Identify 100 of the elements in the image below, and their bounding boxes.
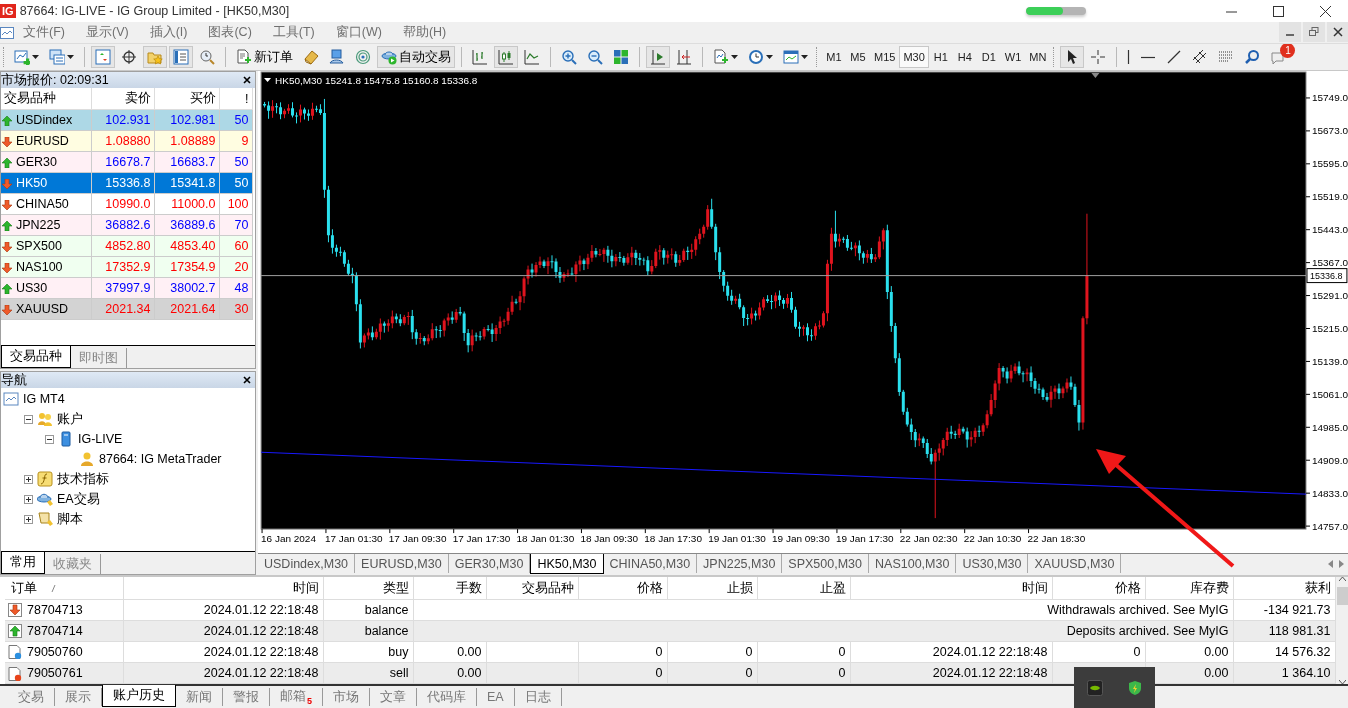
chart-tab[interactable]: USDindex,M30 (258, 554, 356, 574)
scroll-right-icon[interactable] (1339, 559, 1344, 568)
quote-row[interactable]: HK50 15336.8 15341.8 50 (1, 172, 252, 194)
scroll-left-icon[interactable] (1328, 559, 1333, 568)
timeframe-button[interactable]: M1 (822, 46, 846, 68)
column-header[interactable]: 卖价 (91, 88, 154, 110)
chart-tab[interactable]: EURUSD,M30 (355, 554, 449, 574)
symbol-name: USDindex (16, 113, 73, 127)
chart-tab[interactable]: CHINA50,M30 (603, 554, 698, 574)
close-icon[interactable] (1319, 5, 1331, 17)
timeframe-button[interactable]: D1 (976, 46, 1001, 68)
toolbar-button[interactable]: 新订单 (232, 46, 297, 68)
column-header[interactable]: 时间 (292, 580, 319, 595)
terminal-tab[interactable]: 邮箱$_{5}$ (270, 688, 323, 707)
chart-tab[interactable]: SPX500,M30 (782, 554, 870, 574)
column-header[interactable]: 价格 (1114, 580, 1141, 595)
quote-row[interactable]: JPN225 36882.6 36889.6 70 (1, 214, 252, 236)
close-icon[interactable] (243, 76, 251, 84)
scrollbar-thumb[interactable] (1336, 587, 1348, 605)
chart-tab[interactable]: JPN225,M30 (697, 554, 783, 574)
expand-icon[interactable] (24, 514, 33, 524)
expand-icon[interactable] (24, 494, 33, 504)
quote-row[interactable]: USDindex 102.931 102.981 50 (1, 109, 252, 131)
timeframe-button[interactable]: M30 (899, 46, 929, 68)
close-icon[interactable] (243, 376, 251, 384)
quote-row[interactable]: XAUUSD 2021.34 2021.64 30 (1, 298, 252, 320)
menu-item[interactable]: 图表(C) (199, 24, 261, 41)
column-header[interactable]: 时间 (1021, 580, 1048, 595)
timeframe-button[interactable]: H1 (928, 46, 953, 68)
logo: IG (0, 4, 16, 18)
terminal-tab[interactable]: 日志 (514, 688, 562, 707)
terminal-tab[interactable]: 警报 (223, 688, 270, 707)
column-header[interactable]: 买价 (154, 88, 219, 110)
close-icon[interactable] (1326, 22, 1348, 42)
tree-item[interactable]: IG MT4 (23, 392, 65, 406)
quote-row[interactable]: SPX500 4852.80 4853.40 60 (1, 235, 252, 257)
quote-row[interactable]: GER30 16678.7 16683.7 50 (1, 151, 252, 173)
column-header[interactable]: 订单 (11, 580, 37, 595)
quote-row[interactable]: CHINA50 10990.0 11000.0 100 (1, 193, 252, 215)
column-header[interactable]: 止损 (726, 580, 753, 595)
dropdown-triangle-icon[interactable] (264, 78, 272, 82)
collapse-icon[interactable] (45, 434, 54, 444)
terminal-tab[interactable]: 新闻 (176, 688, 223, 707)
chart-tab[interactable]: NAS100,M30 (869, 554, 957, 574)
chart-tab[interactable]: US30,M30 (956, 554, 1029, 574)
column-header[interactable]: 手数 (455, 580, 482, 595)
chart-tab[interactable]: HK50,M30 (530, 554, 604, 575)
terminal-tab[interactable]: 文章 (370, 688, 417, 707)
column-header[interactable]: 交易品种 (521, 580, 574, 595)
timeframe-button[interactable]: M5 (846, 46, 870, 68)
terminal-tab[interactable]: 账户历史 (102, 685, 176, 708)
menu-item[interactable]: 显示(V) (76, 24, 138, 41)
column-header[interactable]: 类型 (382, 580, 409, 595)
tree-item[interactable]: 脚本 (57, 510, 83, 528)
chart-shift-marker-icon[interactable] (1091, 73, 1100, 78)
column-header[interactable]: 价格 (636, 580, 663, 595)
toolbar-button[interactable]: 自动交易 (377, 46, 455, 68)
column-header[interactable]: 交易品种 (1, 88, 91, 110)
timeframe-button[interactable]: MN (1025, 46, 1051, 68)
terminal-tab[interactable]: 市场 (323, 688, 370, 707)
quote-row[interactable]: EURUSD 1.08880 1.08889 9 (1, 130, 252, 152)
timeframe-button[interactable]: H4 (952, 46, 977, 68)
timeframe-button[interactable]: W1 (1000, 46, 1026, 68)
minimize-icon[interactable] (1278, 22, 1301, 42)
maximize-icon[interactable] (1272, 5, 1284, 17)
timeframe-button[interactable]: M15 (870, 46, 900, 68)
gpu-icon[interactable] (1086, 679, 1103, 696)
column-header[interactable]: 获利 (1304, 580, 1331, 595)
menu-item[interactable]: 帮助(H) (393, 24, 456, 41)
ask-price: 17354.9 (154, 256, 219, 278)
column-header[interactable]: ! (219, 88, 252, 110)
menu-item[interactable]: 插入(I) (140, 24, 197, 41)
quote-row[interactable]: US30 37997.9 38002.7 48 (1, 277, 252, 299)
tree-item[interactable]: IG-LIVE (78, 432, 123, 446)
menu-item[interactable]: 窗口(W) (326, 24, 391, 41)
scroll-up-icon[interactable] (1338, 577, 1346, 581)
menu-item[interactable]: 文件(F) (14, 24, 74, 41)
tree-item[interactable]: 账户 (57, 410, 83, 428)
tree-item[interactable]: 87664: IG MetaTrader (99, 452, 222, 466)
collapse-icon[interactable] (24, 414, 33, 424)
price-tick-label: 15291.0 (1312, 290, 1348, 302)
panel-tab[interactable]: 交易品种 (1, 346, 71, 368)
tree-item[interactable]: 技术指标 (57, 470, 109, 488)
terminal-tab[interactable]: 交易 (8, 688, 55, 707)
terminal-tab[interactable]: 代码库 (417, 688, 477, 707)
quote-row[interactable]: NAS100 17352.9 17354.9 20 (1, 256, 252, 278)
scroll-down-icon[interactable] (1338, 680, 1346, 685)
menu-item[interactable]: 工具(T) (263, 24, 324, 41)
time-axis-label: 17 Jan 09:30 (388, 533, 447, 545)
column-header[interactable]: 止盈 (819, 580, 846, 595)
panel-tab[interactable]: 常用 (1, 552, 45, 574)
ask-price: 38002.7 (154, 277, 219, 299)
chart-tab[interactable]: XAUUSD,M30 (1028, 554, 1122, 574)
terminal-tab[interactable]: EA (477, 688, 515, 707)
cursor-button[interactable] (1060, 46, 1085, 68)
tree-item[interactable]: EA交易 (57, 490, 100, 508)
shield-icon[interactable] (1126, 679, 1143, 696)
column-header[interactable]: 库存费 (1189, 580, 1229, 595)
restore-icon[interactable] (1302, 22, 1325, 42)
expand-icon[interactable] (24, 474, 33, 484)
